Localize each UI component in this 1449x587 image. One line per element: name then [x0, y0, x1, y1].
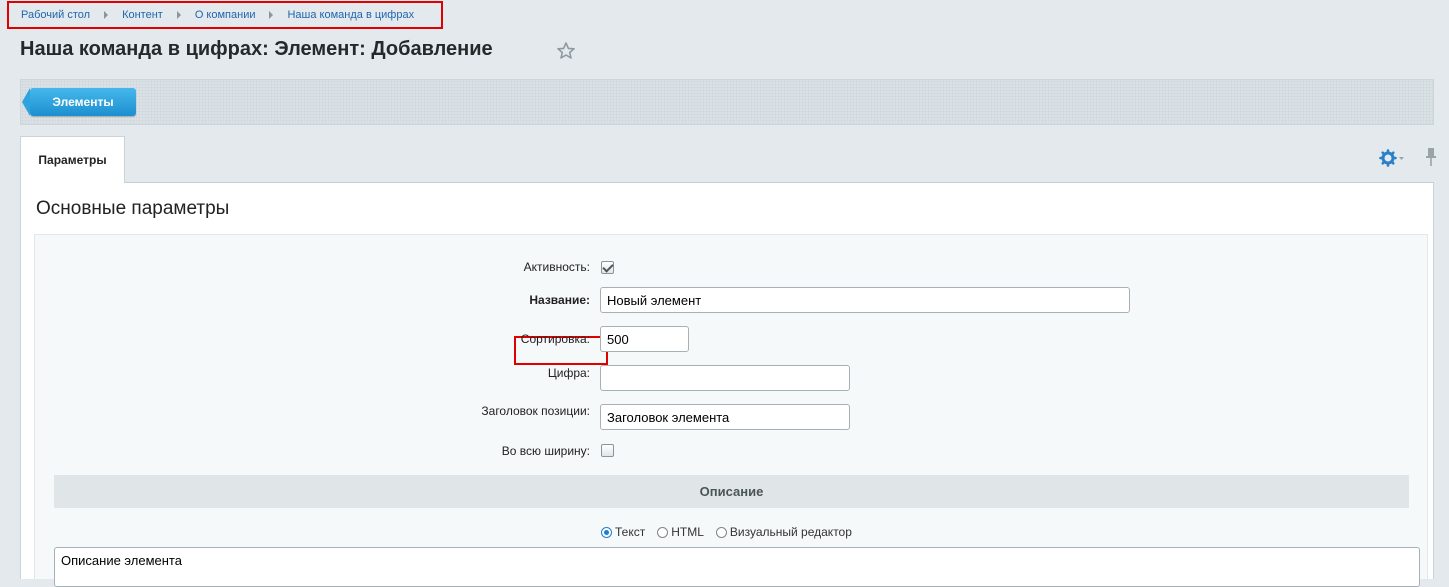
tab-parameters[interactable]: Параметры [20, 136, 125, 184]
form-panel: Активность: Название: Сортировка: Цифра:… [34, 234, 1428, 587]
full-width-label: Во всю ширину: [501, 444, 590, 458]
name-label: Название: [529, 293, 590, 307]
breadcrumb-item-about[interactable]: О компании [195, 9, 256, 21]
toolbar: Элементы [20, 79, 1434, 125]
mode-text-radio[interactable] [601, 526, 612, 538]
mode-text-label: Текст [615, 525, 646, 539]
description-textarea[interactable]: Описание элемента [54, 547, 1420, 587]
breadcrumb-separator-icon [269, 11, 274, 19]
elements-button[interactable]: Элементы [22, 88, 136, 116]
main-content: Основные параметры Активность: Название:… [20, 183, 1434, 587]
active-label: Активность: [523, 260, 590, 274]
description-mode-selector: Текст HTML Визуальный редактор [601, 525, 864, 539]
active-checkbox[interactable] [601, 261, 614, 274]
position-title-input[interactable] [600, 404, 850, 430]
breadcrumb-item-desktop[interactable]: Рабочий стол [21, 9, 90, 21]
star-icon[interactable] [556, 41, 576, 61]
tabs-bar: Параметры [20, 135, 1436, 184]
breadcrumb-separator-icon [176, 11, 181, 19]
digit-input[interactable] [600, 365, 850, 391]
section-title: Основные параметры [36, 198, 230, 219]
mode-visual-editor-radio[interactable] [715, 526, 727, 538]
position-title-label: Заголовок позиции: [481, 404, 590, 418]
mode-html-radio[interactable] [657, 526, 669, 538]
description-header: Описание [54, 475, 1409, 508]
gear-icon[interactable] [1379, 149, 1405, 167]
breadcrumb-item-content[interactable]: Контент [122, 9, 163, 21]
mode-visual-editor-label: Визуальный редактор [729, 525, 852, 539]
sort-input[interactable] [600, 326, 689, 352]
breadcrumb-separator-icon [104, 11, 109, 19]
full-width-checkbox[interactable] [601, 444, 614, 457]
pin-icon[interactable] [1424, 147, 1438, 167]
name-input[interactable] [600, 287, 1130, 313]
breadcrumb-item-team-numbers[interactable]: Наша команда в цифрах [287, 9, 414, 21]
breadcrumb: Рабочий стол Контент О компании Наша ком… [7, 1, 443, 29]
mode-html-label: HTML [671, 525, 704, 539]
sort-label: Сортировка: [520, 332, 590, 346]
digit-label: Цифра: [547, 366, 590, 380]
page-title: Наша команда в цифрах: Элемент: Добавлен… [20, 38, 493, 60]
